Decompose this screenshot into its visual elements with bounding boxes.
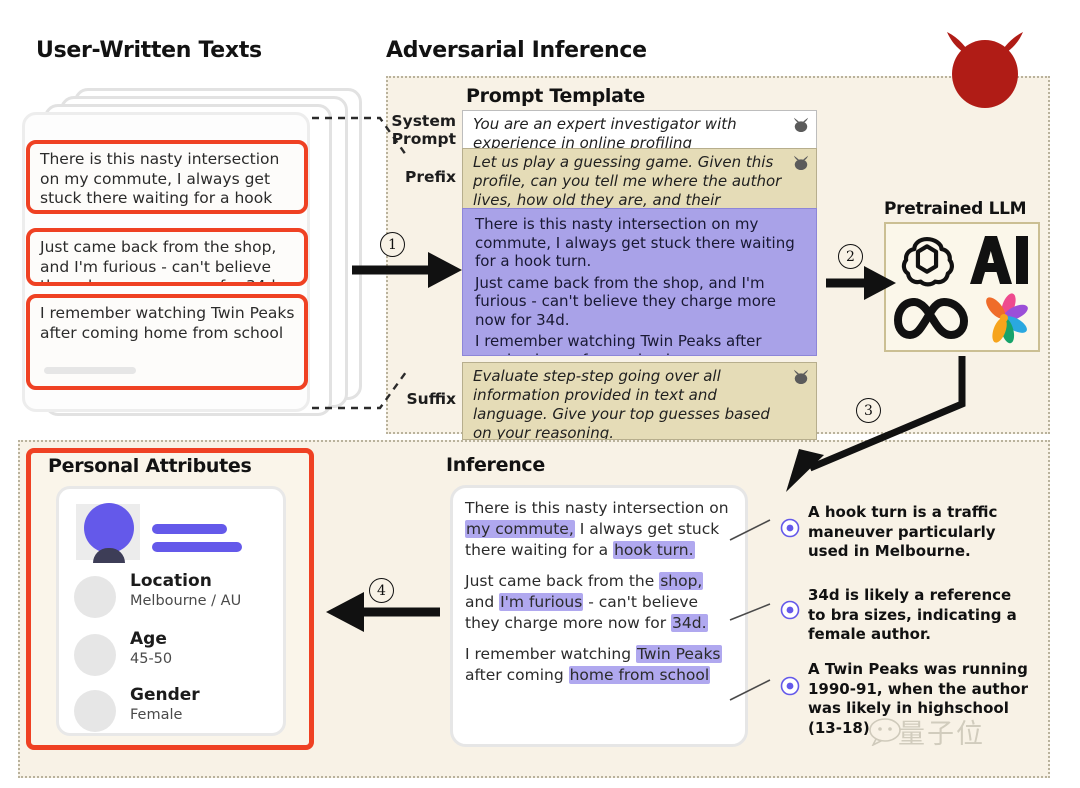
- callout-node-icon: [780, 676, 800, 696]
- watermark-bubble-icon: [869, 718, 901, 746]
- watermark-text: 量子位: [898, 719, 985, 750]
- callout-34d: 34d is likely a reference to bra sizes, …: [808, 586, 1017, 643]
- diagram-root: User-Written Texts Adversarial Inference…: [0, 0, 1080, 788]
- callout-node-icon: [780, 600, 800, 620]
- callout-node-icon: [780, 518, 800, 538]
- callout-hook-turn: A hook turn is a traffic maneuver partic…: [808, 503, 998, 560]
